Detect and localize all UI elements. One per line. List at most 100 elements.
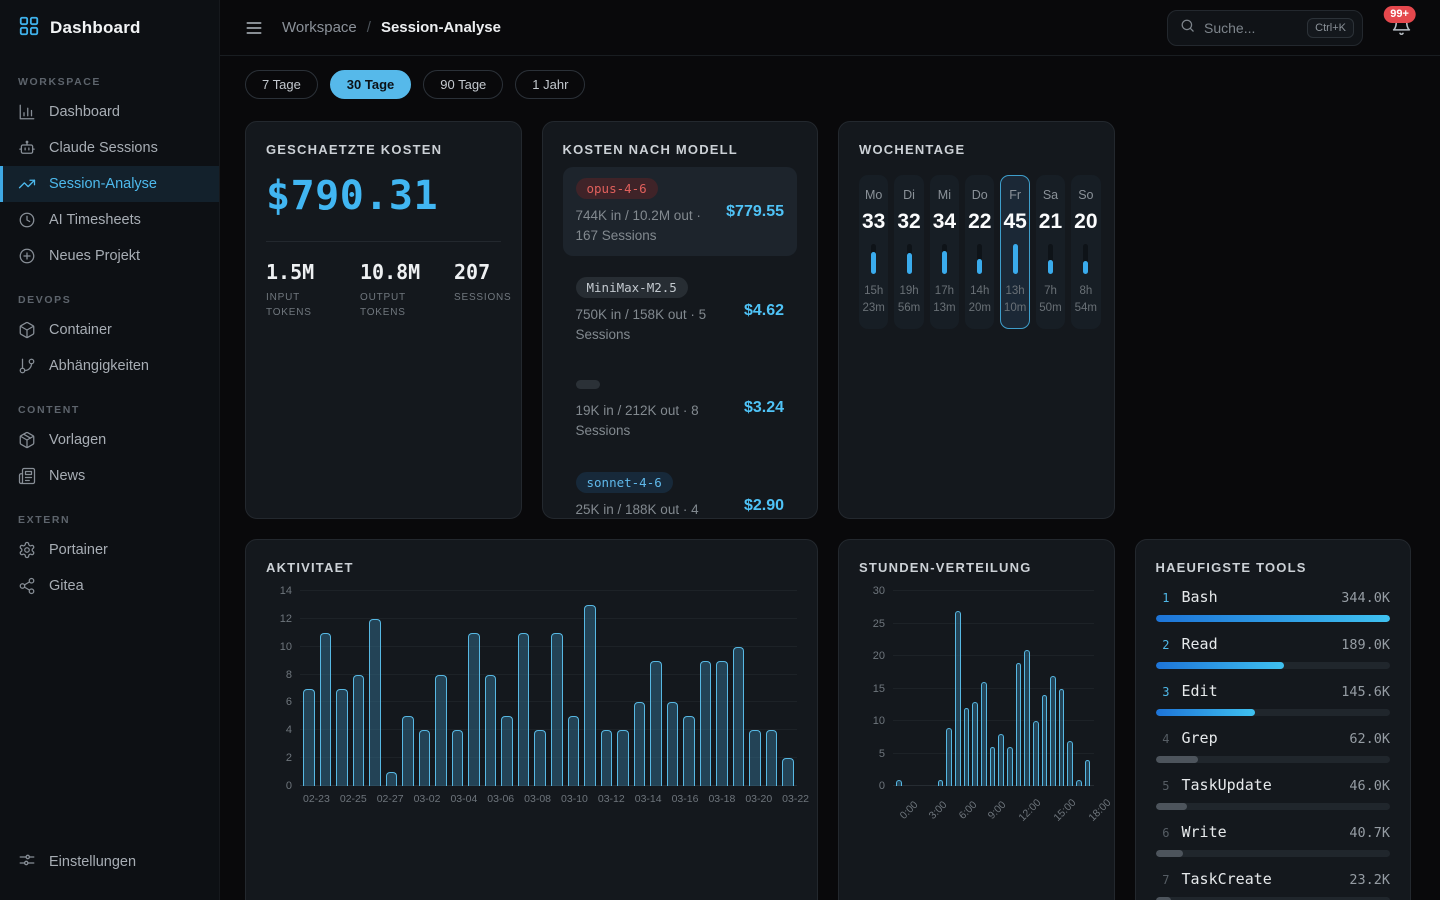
activity-bar[interactable] [601, 730, 613, 786]
weekday-cell-so[interactable]: So 20 8h 54m [1071, 175, 1100, 329]
filter-30-tage[interactable]: 30 Tage [330, 70, 411, 99]
hours-bar[interactable] [1033, 721, 1039, 786]
tool-row-grep[interactable]: 4 Grep 62.0K [1156, 729, 1391, 763]
activity-bar[interactable] [303, 689, 315, 787]
hours-bar[interactable] [964, 708, 970, 786]
hours-bar[interactable] [1059, 689, 1065, 787]
activity-bar[interactable] [766, 730, 778, 786]
hours-bar[interactable] [1042, 695, 1048, 786]
activity-bar[interactable] [452, 730, 464, 786]
activity-bar[interactable] [534, 730, 546, 786]
x-axis-tick: 02-27 [377, 793, 404, 805]
activity-bar[interactable] [683, 716, 695, 786]
sidebar-item-vorlagen[interactable]: Vorlagen [0, 422, 219, 458]
x-axis-tick: 03-10 [561, 793, 588, 805]
activity-bar[interactable] [700, 661, 712, 786]
tool-row-edit[interactable]: 3 Edit 145.6K [1156, 682, 1391, 716]
hours-bar[interactable] [955, 611, 961, 787]
activity-bar[interactable] [634, 702, 646, 786]
activity-bar[interactable] [336, 689, 348, 787]
y-axis-tick: 2 [266, 752, 292, 764]
weekday-time: 19h 56m [897, 283, 920, 318]
sidebar-item-abh-ngigkeiten[interactable]: Abhängigkeiten [0, 348, 219, 384]
tool-row-taskupdate[interactable]: 5 TaskUpdate 46.0K [1156, 776, 1391, 810]
y-axis-tick: 14 [266, 585, 292, 597]
model-cost-row[interactable]: opus-4-6 744K in / 10.2M out · 167 Sessi… [563, 167, 798, 256]
menu-icon[interactable] [244, 18, 264, 38]
activity-bar[interactable] [501, 716, 513, 786]
hours-bar[interactable] [1024, 650, 1030, 787]
hours-bar[interactable] [1067, 741, 1073, 787]
search-input[interactable]: Suche... Ctrl+K [1167, 10, 1363, 46]
activity-bar[interactable] [369, 619, 381, 786]
app-logo[interactable]: Dashboard [0, 0, 219, 56]
sidebar-item-einstellungen[interactable]: Einstellungen [18, 846, 201, 878]
activity-bar[interactable] [650, 661, 662, 786]
sidebar-item-dashboard[interactable]: Dashboard [0, 94, 219, 130]
activity-bar[interactable] [749, 730, 761, 786]
activity-bar[interactable] [435, 675, 447, 786]
activity-bar[interactable] [782, 758, 794, 786]
hours-bar[interactable] [972, 702, 978, 787]
filter-1-jahr[interactable]: 1 Jahr [515, 70, 585, 99]
sidebar-item-session-analyse[interactable]: Session-Analyse [0, 166, 219, 202]
activity-bar[interactable] [518, 633, 530, 786]
hours-bar[interactable] [981, 682, 987, 786]
hours-bar[interactable] [896, 780, 902, 787]
sidebar-item-ai-timesheets[interactable]: AI Timesheets [0, 202, 219, 238]
tool-progress-track [1156, 850, 1391, 857]
plus-circle-icon [18, 247, 36, 265]
weekday-cell-fr[interactable]: Fr 45 13h 10m [1000, 175, 1029, 329]
sidebar-item-label: Einstellungen [49, 854, 136, 870]
weekday-cell-di[interactable]: Di 32 19h 56m [894, 175, 923, 329]
activity-bar[interactable] [419, 730, 431, 786]
filter-90-tage[interactable]: 90 Tage [423, 70, 503, 99]
model-cost-row[interactable]: sonnet-4-6 25K in / 188K out · 4 Session… [563, 461, 798, 519]
activity-bar[interactable] [733, 647, 745, 786]
tool-row-read[interactable]: 2 Read 189.0K [1156, 635, 1391, 669]
weekday-cell-mi[interactable]: Mi 34 17h 13m [930, 175, 959, 329]
activity-bar[interactable] [386, 772, 398, 786]
tool-row-write[interactable]: 6 Write 40.7K [1156, 823, 1391, 857]
activity-bar[interactable] [402, 716, 414, 786]
sidebar-item-container[interactable]: Container [0, 312, 219, 348]
hours-bar[interactable] [1007, 747, 1013, 786]
sidebar-item-news[interactable]: News [0, 458, 219, 494]
hours-bar[interactable] [1076, 780, 1082, 787]
hours-bar[interactable] [1016, 663, 1022, 787]
hours-bar[interactable] [938, 780, 944, 787]
activity-bar[interactable] [667, 702, 679, 786]
activity-bar[interactable] [568, 716, 580, 786]
weekday-cell-sa[interactable]: Sa 21 7h 50m [1036, 175, 1065, 329]
sidebar-item-claude-sessions[interactable]: Claude Sessions [0, 130, 219, 166]
activity-bar[interactable] [468, 633, 480, 786]
hours-bar[interactable] [998, 734, 1004, 786]
weekday-cell-do[interactable]: Do 22 14h 20m [965, 175, 994, 329]
weekday-cell-mo[interactable]: Mo 33 15h 23m [859, 175, 888, 329]
sidebar-item-gitea[interactable]: Gitea [0, 568, 219, 604]
hours-bar[interactable] [1050, 676, 1056, 787]
activity-bar[interactable] [716, 661, 728, 786]
activity-bar[interactable] [551, 633, 563, 786]
hours-bar[interactable] [1085, 760, 1091, 786]
notifications-button[interactable]: 99+ [1391, 15, 1412, 41]
activity-bar[interactable] [320, 633, 332, 786]
card-title: STUNDEN-VERTEILUNG [859, 560, 1094, 575]
tool-row-taskcreate[interactable]: 7 TaskCreate 23.2K [1156, 870, 1391, 900]
model-cost-row[interactable]: 19K in / 212K out · 8 Sessions $3.24 [563, 365, 798, 451]
sidebar-item-portainer[interactable]: Portainer [0, 532, 219, 568]
hours-bar[interactable] [990, 747, 996, 786]
activity-bar[interactable] [584, 605, 596, 786]
activity-bar[interactable] [617, 730, 629, 786]
x-axis-tick: 03-18 [708, 793, 735, 805]
hours-bar[interactable] [946, 728, 952, 787]
sidebar-item-neues-projekt[interactable]: Neues Projekt [0, 238, 219, 274]
breadcrumb-workspace[interactable]: Workspace [282, 19, 357, 36]
tool-row-bash[interactable]: 1 Bash 344.0K [1156, 588, 1391, 622]
activity-bar[interactable] [485, 675, 497, 786]
activity-bar[interactable] [353, 675, 365, 786]
model-cost-row[interactable]: MiniMax-M2.5 750K in / 158K out · 5 Sess… [563, 266, 798, 355]
y-axis-tick: 20 [859, 650, 885, 662]
tool-rank: 1 [1156, 591, 1170, 605]
filter-7-tage[interactable]: 7 Tage [245, 70, 318, 99]
